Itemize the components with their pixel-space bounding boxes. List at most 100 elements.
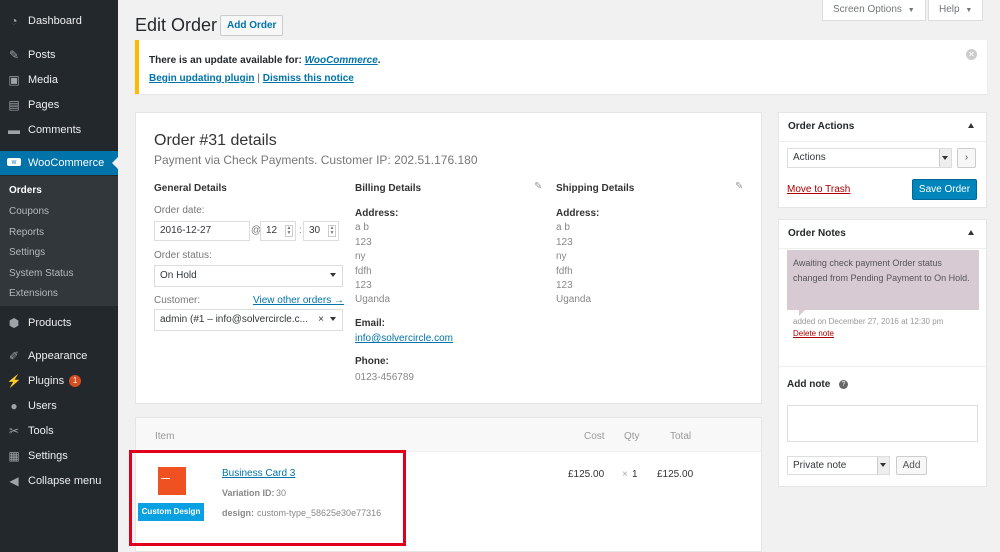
submenu-coupons[interactable]: Coupons — [9, 206, 49, 217]
submenu-system-status[interactable]: System Status — [9, 268, 73, 279]
update-notice: There is an update available for: WooCom… — [135, 40, 987, 94]
item-cost: £125.00 — [568, 469, 605, 480]
order-data-panel: Order #31 details Payment via Check Paym… — [135, 112, 762, 404]
billing-address-label: Address: — [355, 208, 399, 219]
media-icon: ▣ — [8, 73, 20, 87]
screen-options-tab[interactable]: Screen Options ▼ — [822, 0, 926, 21]
shipping-address-label: Address: — [556, 208, 600, 219]
sidebar-item-dashboard[interactable]: ◔ Dashboard — [0, 9, 118, 33]
billing-phone: 0123-456789 — [355, 372, 414, 383]
collapse-icon: ◀ — [9, 474, 19, 488]
note-meta: added on December 27, 2016 at 12:30 pm — [793, 317, 944, 326]
tools-icon: ✂ — [8, 424, 20, 438]
chevron-down-icon — [880, 463, 886, 467]
help-tab[interactable]: Help ▼ — [928, 0, 984, 21]
sidebar-item-media[interactable]: ▣ Media — [0, 68, 118, 92]
plugins-update-badge: 1 — [69, 375, 82, 387]
add-order-button[interactable]: Add Order — [220, 15, 284, 36]
sidebar-item-posts[interactable]: ✎ Posts — [0, 43, 118, 67]
products-icon: ⬢ — [8, 316, 20, 330]
save-order-button[interactable]: Save Order — [912, 179, 977, 200]
edit-billing-icon[interactable]: ✎ — [534, 181, 542, 192]
general-details-heading: General Details — [154, 183, 227, 194]
customer-label: Customer: — [154, 295, 201, 306]
current-menu-arrow — [112, 157, 118, 169]
order-notes-box: Order Notes Awaiting check payment Order… — [778, 219, 987, 487]
minute-stepper-icon[interactable]: ▲ ▼ — [328, 225, 336, 237]
highlight-box — [129, 450, 406, 546]
order-note: Awaiting check payment Order status chan… — [787, 250, 979, 310]
view-other-orders-link[interactable]: View other orders → — [253, 295, 344, 306]
move-to-trash-link[interactable]: Move to Trash — [787, 184, 850, 195]
order-payment-meta: Payment via Check Payments. Customer IP:… — [154, 153, 478, 167]
sidebar-item-plugins[interactable]: ⚡ Plugins 1 — [0, 369, 118, 393]
order-hour-input[interactable]: 12 ▲ ▼ — [260, 221, 296, 241]
dismiss-notice-link[interactable]: Dismiss this notice — [263, 73, 354, 84]
order-date-input[interactable]: 2016-12-27 — [154, 221, 250, 241]
chevron-down-icon — [330, 317, 336, 321]
submenu-reports[interactable]: Reports — [9, 227, 44, 238]
chevron-down-icon — [330, 273, 336, 277]
add-note-label: Add note — [787, 379, 831, 390]
edit-shipping-icon[interactable]: ✎ — [735, 181, 743, 192]
pages-icon: ▤ — [8, 98, 20, 112]
item-total: £125.00 — [657, 469, 694, 480]
hour-stepper-icon[interactable]: ▲ ▼ — [285, 225, 293, 237]
woocommerce-icon: W — [7, 156, 21, 170]
delete-note-link[interactable]: Delete note — [793, 329, 834, 338]
sidebar-item-comments[interactable]: ▬ Comments — [0, 118, 118, 142]
order-actions-select[interactable]: Actions — [787, 148, 952, 168]
shipping-details-heading: Shipping Details — [556, 183, 635, 194]
chevron-down-icon — [942, 156, 948, 160]
page-title: Edit Order — [135, 15, 218, 35]
caret-down-icon: ▼ — [965, 7, 973, 14]
notice-text: There is an update available for: WooCom… — [149, 55, 381, 66]
order-status-label: Order status: — [154, 250, 212, 261]
billing-email-link[interactable]: info@solvercircle.com — [355, 333, 453, 344]
sidebar-item-collapse-menu[interactable]: ◀ Collapse menu — [0, 469, 118, 493]
sidebar-item-pages[interactable]: ▤ Pages — [0, 93, 118, 117]
apply-action-button[interactable]: › — [957, 148, 976, 168]
order-title: Order #31 details — [154, 132, 277, 149]
submenu-orders[interactable]: Orders — [9, 185, 42, 196]
plugin-link[interactable]: WooCommerce — [305, 55, 378, 66]
billing-details-heading: Billing Details — [355, 183, 422, 194]
add-note-button[interactable]: Add — [896, 456, 927, 475]
billing-phone-label: Phone: — [355, 356, 389, 367]
woocommerce-submenu: Orders Coupons Reports Settings System S… — [0, 176, 118, 306]
sidebar-item-woocommerce[interactable]: W WooCommerce — [0, 151, 118, 175]
billing-email-label: Email: — [355, 318, 386, 329]
order-date-label: Order date: — [154, 205, 205, 216]
note-textarea[interactable] — [787, 405, 978, 442]
settings-icon: ▦ — [8, 449, 20, 463]
order-actions-title: Order Actions — [788, 121, 855, 132]
svg-text:W: W — [12, 160, 17, 166]
items-table-header: Item Cost Qty Total — [136, 418, 761, 452]
caret-down-icon: ▼ — [907, 7, 915, 14]
help-tip-icon[interactable]: ? — [839, 380, 848, 389]
submenu-settings[interactable]: Settings — [9, 247, 45, 258]
submenu-extensions[interactable]: Extensions — [9, 288, 58, 299]
pin-icon: ✎ — [8, 48, 20, 62]
sidebar-item-tools[interactable]: ✂ Tools — [0, 419, 118, 443]
collapse-toggle-icon[interactable] — [968, 123, 974, 128]
order-minute-input[interactable]: 30 ▲ ▼ — [303, 221, 339, 241]
sidebar-item-products[interactable]: ⬢ Products — [0, 311, 118, 335]
order-notes-title: Order Notes — [788, 228, 846, 239]
item-qty: 1 — [632, 469, 638, 480]
order-status-select[interactable]: On Hold — [154, 265, 343, 287]
admin-sidebar: ◔ Dashboard ✎ Posts ▣ Media ▤ Pages ▬ Co… — [0, 0, 118, 552]
sidebar-item-appearance[interactable]: ✐ Appearance — [0, 344, 118, 368]
appearance-icon: ✐ — [8, 349, 20, 363]
sidebar-item-settings[interactable]: ▦ Settings — [0, 444, 118, 468]
clear-customer-icon[interactable]: × — [318, 310, 324, 330]
collapse-toggle-icon[interactable] — [968, 230, 974, 235]
sidebar-item-users[interactable]: ● Users — [0, 394, 118, 418]
comments-icon: ▬ — [8, 123, 20, 137]
dismiss-icon[interactable]: ✕ — [966, 49, 977, 60]
notice-links: Begin updating plugin | Dismiss this not… — [149, 73, 354, 84]
order-actions-box: Order Actions Actions › Move to Trash Sa… — [778, 112, 987, 208]
customer-select[interactable]: admin (#1 – info@solvercircle.c... × — [154, 309, 343, 331]
begin-update-link[interactable]: Begin updating plugin — [149, 73, 255, 84]
note-type-select[interactable]: Private note — [787, 456, 890, 475]
